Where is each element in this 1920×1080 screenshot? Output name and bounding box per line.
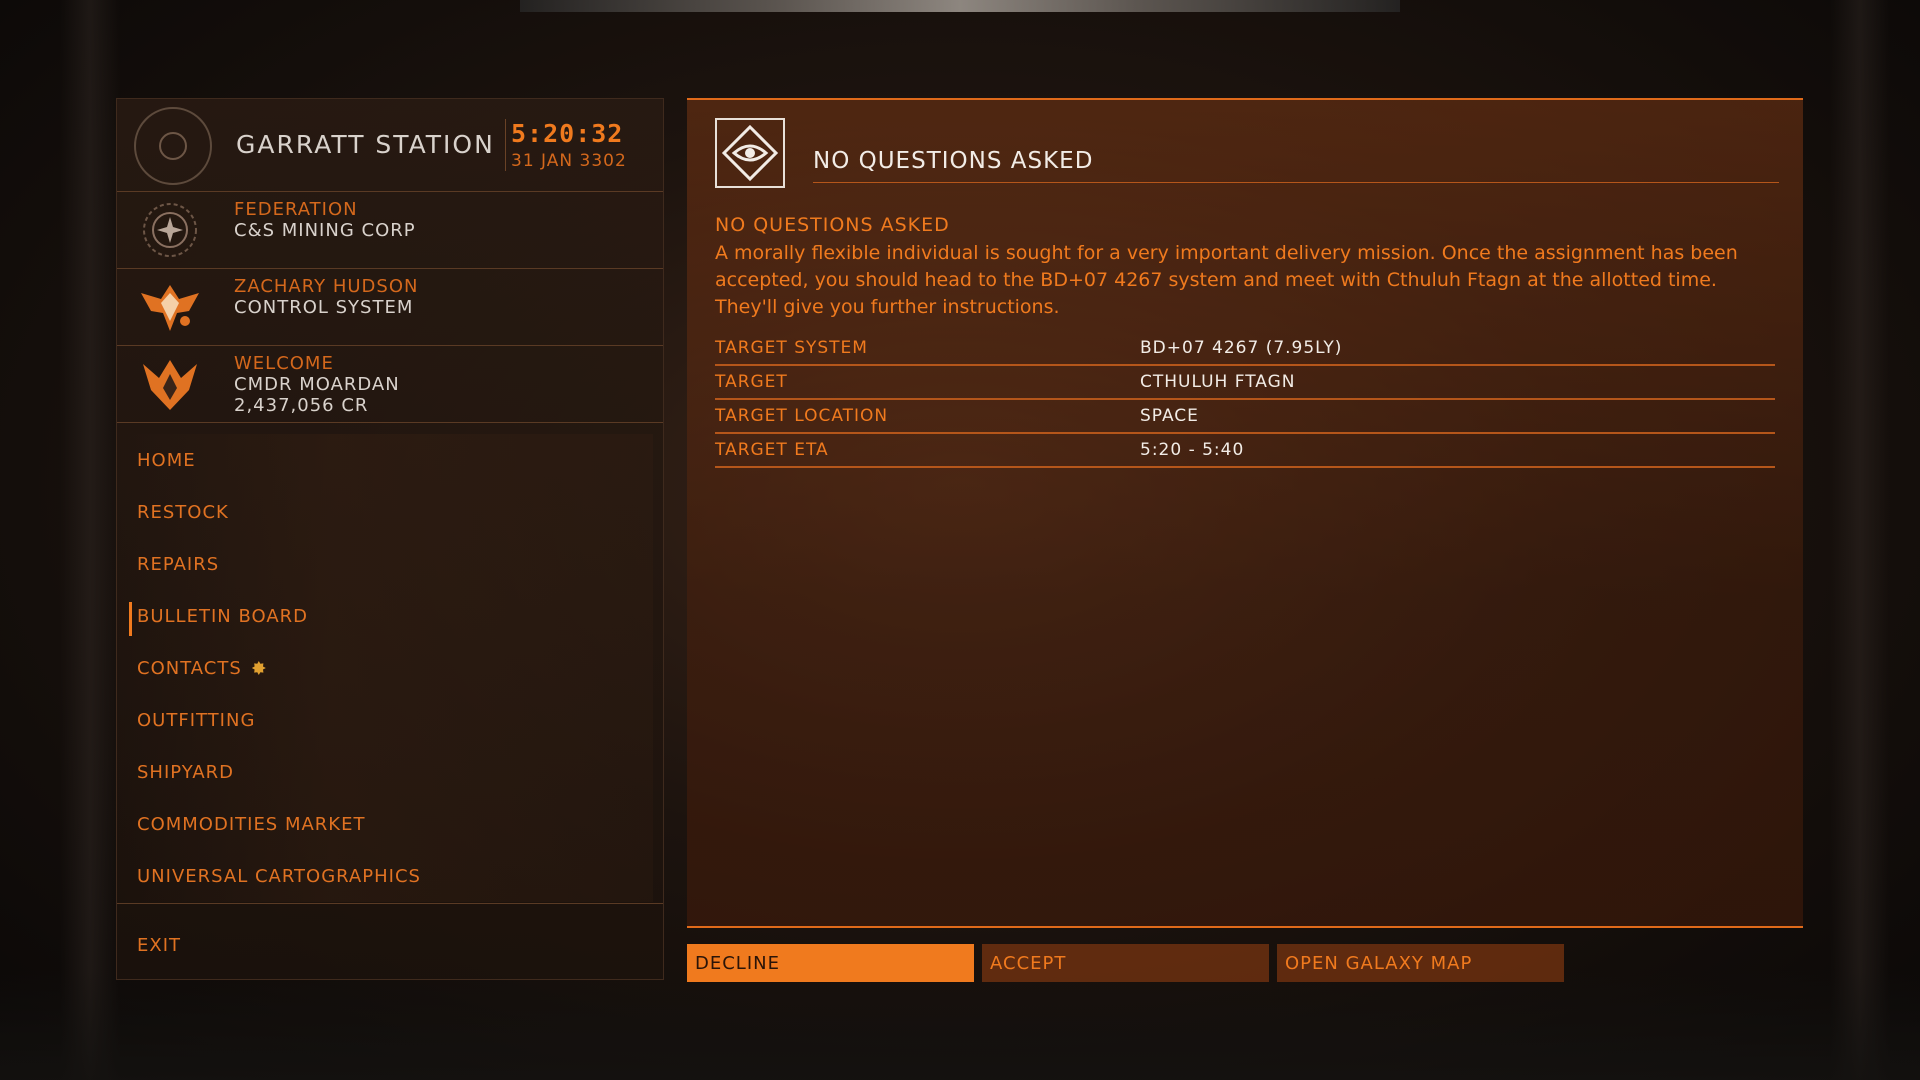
menu-item-exit[interactable]: EXIT [117,919,653,971]
clock-time: 5:20:32 [511,119,624,148]
detail-label: TARGET SYSTEM [715,338,868,358]
detail-value: SPACE [1140,406,1199,426]
mission-details-table: TARGET SYSTEM BD+07 4267 (7.95LY) TARGET… [715,332,1775,468]
menu-item-contacts[interactable]: CONTACTS [117,642,653,694]
mission-header-title: NO QUESTIONS ASKED [813,148,1094,174]
cockpit-light-strip [520,0,1400,12]
federation-emblem-icon [137,200,203,260]
menu-item-repairs[interactable]: REPAIRS [117,538,653,590]
power-name: ZACHARY HUDSON [234,276,419,297]
detail-row: TARGET SYSTEM BD+07 4267 (7.95LY) [715,332,1775,366]
menu-item-label: HOME [137,449,196,471]
decline-button[interactable]: DECLINE [687,944,974,982]
cockpit-floor [0,970,1920,1080]
menu-item-label: REPAIRS [137,553,220,575]
detail-row: TARGET CTHULUH FTAGN [715,366,1775,400]
power-status: CONTROL SYSTEM [234,297,414,318]
zachary-hudson-emblem-icon [137,277,203,337]
eye-diamond-icon [715,118,785,188]
menu-item-label: UNIVERSAL CARTOGRAPHICS [137,865,421,887]
detail-label: TARGET [715,372,788,392]
menu-item-shipyard[interactable]: SHIPYARD [117,746,653,798]
menu-item-label: CONTACTS [137,657,242,679]
station-ring-icon [134,107,212,185]
menu-item-bulletin-board[interactable]: BULLETIN BOARD [117,590,653,642]
pilot-rank-icon [137,354,203,414]
faction-controller: C&S MINING CORP [234,220,416,241]
cockpit-pillar-right [1830,0,1890,1080]
menu-item-universal-cartographics[interactable]: UNIVERSAL CARTOGRAPHICS [117,850,653,902]
mission-panel-bottom-line [687,926,1803,928]
menu-item-home[interactable]: HOME [117,434,653,486]
faction-allegiance: FEDERATION [234,199,358,220]
detail-label: TARGET LOCATION [715,406,889,426]
menu-item-label: COMMODITIES MARKET [137,813,366,835]
menu-item-outfitting[interactable]: OUTFITTING [117,694,653,746]
clock-divider [505,119,506,171]
welcome-label: WELCOME [234,353,334,374]
detail-value: CTHULUH FTAGN [1140,372,1296,392]
detail-value: 5:20 - 5:40 [1140,440,1245,460]
accept-button[interactable]: ACCEPT [982,944,1269,982]
menu-divider [117,903,663,904]
gear-alert-icon [251,661,266,675]
power-row: ZACHARY HUDSON CONTROL SYSTEM [117,269,663,346]
mission-action-bar: DECLINE ACCEPT OPEN GALAXY MAP [687,944,1567,982]
menu-item-label: SHIPYARD [137,761,235,783]
detail-label: TARGET ETA [715,440,829,460]
open-galaxy-map-button[interactable]: OPEN GALAXY MAP [1277,944,1564,982]
commander-name: CMDR MOARDAN [234,374,400,395]
detail-row: TARGET ETA 5:20 - 5:40 [715,434,1775,468]
station-services-panel: GARRATT STATION 5:20:32 31 JAN 3302 FEDE… [116,98,664,980]
station-header: GARRATT STATION 5:20:32 31 JAN 3302 [117,99,663,192]
menu-item-commodities-market[interactable]: COMMODITIES MARKET [117,798,653,850]
cockpit-pillar-left [60,0,120,1080]
services-menu: HOME RESTOCK REPAIRS BULLETIN BOARD CONT… [117,434,663,902]
mission-subtitle: NO QUESTIONS ASKED [715,214,950,236]
menu-item-label: BULLETIN BOARD [137,605,309,627]
mission-detail-panel: NO QUESTIONS ASKED NO QUESTIONS ASKED A … [687,98,1803,928]
mission-header-divider [813,182,1779,183]
commander-row: WELCOME CMDR MOARDAN 2,437,056 CR [117,346,663,423]
menu-item-label: OUTFITTING [137,709,256,731]
commander-credits: 2,437,056 CR [234,395,369,416]
detail-row: TARGET LOCATION SPACE [715,400,1775,434]
menu-item-label: RESTOCK [137,501,229,523]
mission-description: A morally flexible individual is sought … [715,242,1738,318]
detail-value: BD+07 4267 (7.95LY) [1140,338,1343,358]
faction-row: FEDERATION C&S MINING CORP [117,192,663,269]
menu-item-restock[interactable]: RESTOCK [117,486,653,538]
station-name: GARRATT STATION [236,130,495,159]
clock-date: 31 JAN 3302 [511,151,627,171]
menu-item-label: EXIT [137,934,182,956]
